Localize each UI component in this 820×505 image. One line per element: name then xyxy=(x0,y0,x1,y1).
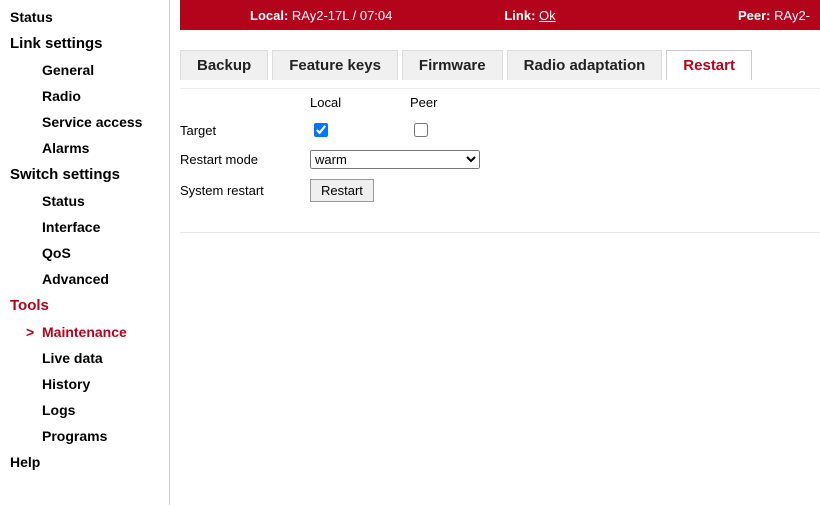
sidebar-item-alarms[interactable]: Alarms xyxy=(0,135,169,161)
restart-mode-select[interactable]: warm xyxy=(310,150,480,169)
topbar-local-value: RAy2-17L / 07:04 xyxy=(292,8,392,23)
sidebar-item-label: Service access xyxy=(42,114,142,130)
sidebar-group-help[interactable]: Help xyxy=(0,449,169,475)
sidebar-item-status[interactable]: Status xyxy=(0,188,169,214)
sidebar-group-switch-settings[interactable]: Switch settings xyxy=(0,161,169,188)
sidebar-item-label: Status xyxy=(42,193,85,209)
tab-radio-adaptation[interactable]: Radio adaptation xyxy=(507,50,663,80)
sidebar: StatusLink settingsGeneralRadioService a… xyxy=(0,0,170,505)
panel-restart: Local Peer Target Restart mode warm Syst… xyxy=(180,88,820,233)
topbar-local-label: Local: xyxy=(250,8,288,23)
restart-mode-label: Restart mode xyxy=(180,152,310,167)
target-peer-checkbox[interactable] xyxy=(414,123,428,137)
sidebar-item-label: Advanced xyxy=(42,271,109,287)
column-header-peer: Peer xyxy=(410,95,510,110)
sidebar-item-service-access[interactable]: Service access xyxy=(0,109,169,135)
sidebar-item-maintenance[interactable]: > Maintenance xyxy=(0,319,169,345)
sidebar-item-radio[interactable]: Radio xyxy=(0,83,169,109)
main: Local: RAy2-17L / 07:04 Link: Ok Peer: R… xyxy=(170,0,820,505)
sidebar-item-label: Interface xyxy=(42,219,100,235)
sidebar-item-programs[interactable]: Programs xyxy=(0,423,169,449)
sidebar-group-link-settings[interactable]: Link settings xyxy=(0,30,169,57)
sidebar-item-logs[interactable]: Logs xyxy=(0,397,169,423)
topbar-link-value[interactable]: Ok xyxy=(539,8,556,23)
sidebar-item-label: Live data xyxy=(42,350,103,366)
topbar-peer-label: Peer: xyxy=(738,8,771,23)
tab-backup[interactable]: Backup xyxy=(180,50,268,80)
sidebar-group-status[interactable]: Status xyxy=(0,4,169,30)
restart-button[interactable]: Restart xyxy=(310,179,374,202)
sidebar-item-label: Radio xyxy=(42,88,81,104)
column-header-local: Local xyxy=(310,95,410,110)
topbar-link-label: Link: xyxy=(504,8,535,23)
sidebar-item-label: General xyxy=(42,62,94,78)
sidebar-item-interface[interactable]: Interface xyxy=(0,214,169,240)
sidebar-item-advanced[interactable]: Advanced xyxy=(0,266,169,292)
sidebar-item-label: Logs xyxy=(42,402,75,418)
sidebar-item-history[interactable]: History xyxy=(0,371,169,397)
topbar: Local: RAy2-17L / 07:04 Link: Ok Peer: R… xyxy=(180,0,820,30)
tab-restart[interactable]: Restart xyxy=(666,50,752,80)
sidebar-item-label: Alarms xyxy=(42,140,89,156)
tab-bar: BackupFeature keysFirmwareRadio adaptati… xyxy=(180,50,820,80)
sidebar-group-tools[interactable]: Tools xyxy=(0,292,169,319)
sidebar-item-label: History xyxy=(42,376,90,392)
sidebar-item-qos[interactable]: QoS xyxy=(0,240,169,266)
chevron-right-icon: > xyxy=(26,324,34,340)
target-local-checkbox[interactable] xyxy=(314,123,328,137)
system-restart-label: System restart xyxy=(180,183,310,198)
topbar-peer-value: RAy2- xyxy=(774,8,810,23)
sidebar-item-label: QoS xyxy=(42,245,71,261)
target-label: Target xyxy=(180,123,310,138)
tab-firmware[interactable]: Firmware xyxy=(402,50,503,80)
sidebar-item-label: Maintenance xyxy=(42,324,127,340)
tab-feature-keys[interactable]: Feature keys xyxy=(272,50,398,80)
sidebar-item-live-data[interactable]: Live data xyxy=(0,345,169,371)
sidebar-item-label: Programs xyxy=(42,428,107,444)
sidebar-item-general[interactable]: General xyxy=(0,57,169,83)
